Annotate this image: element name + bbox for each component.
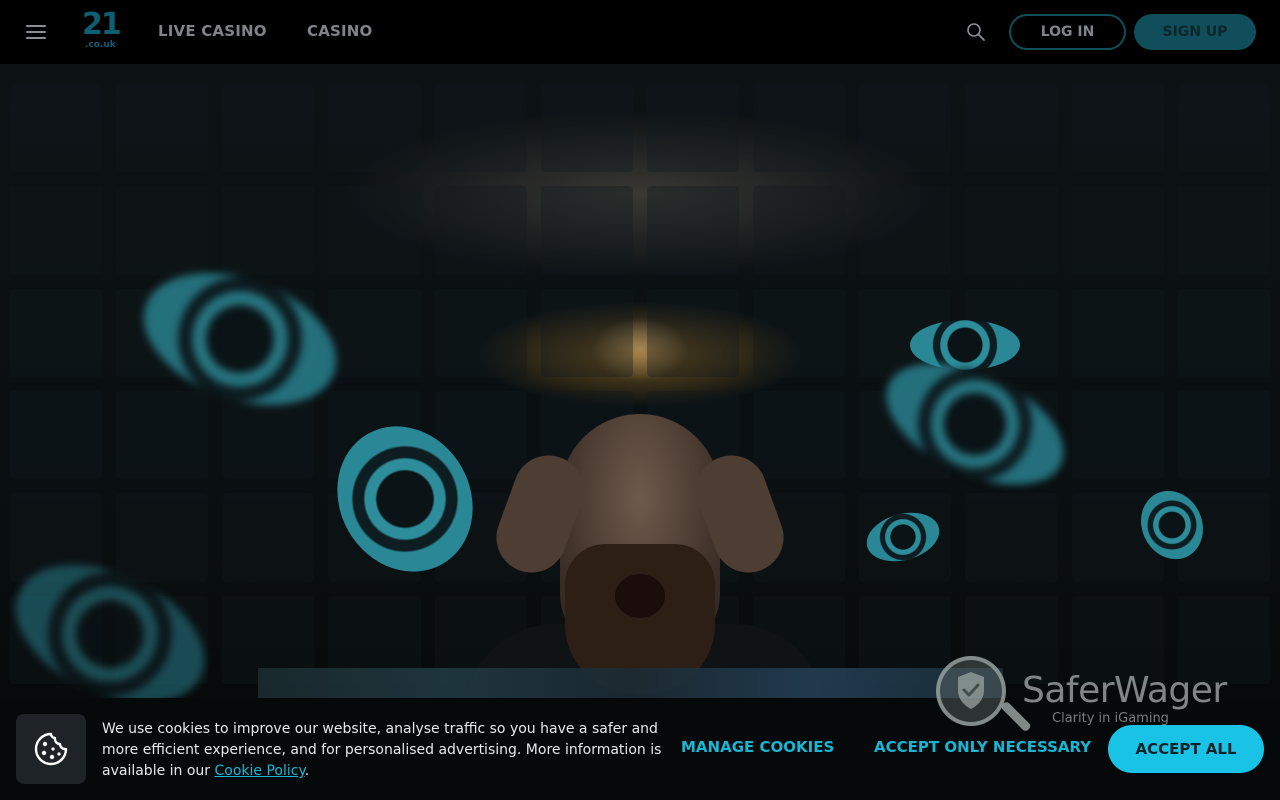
accept-necessary-button[interactable]: ACCEPT ONLY NECESSARY xyxy=(874,738,1091,756)
page: 21 .co.uk LIVE CASINO CASINO LOG IN SIGN… xyxy=(0,0,1280,800)
nav-casino[interactable]: CASINO xyxy=(307,22,373,40)
watermark-title: SaferWager xyxy=(1022,670,1227,711)
search-icon[interactable] xyxy=(966,22,986,42)
cookie-message-end: . xyxy=(304,763,310,779)
nav-live-casino[interactable]: LIVE CASINO xyxy=(158,22,267,40)
cookie-message: We use cookies to improve our website, a… xyxy=(102,719,662,782)
logo-suffix: .co.uk xyxy=(85,40,116,50)
saferwager-watermark: SaferWager Clarity in iGaming xyxy=(934,654,1244,734)
manage-cookies-button[interactable]: MANAGE COOKIES xyxy=(681,738,834,756)
signup-button[interactable]: SIGN UP xyxy=(1134,14,1256,50)
logo-number: 21 xyxy=(82,7,122,42)
hamburger-menu-icon[interactable] xyxy=(26,23,46,41)
site-logo[interactable]: 21 .co.uk xyxy=(82,8,122,52)
cookie-policy-link[interactable]: Cookie Policy xyxy=(215,763,305,779)
shield-check-magnifier-icon xyxy=(936,656,1006,726)
cookie-message-text: We use cookies to improve our website, a… xyxy=(102,721,662,779)
hero-banner[interactable] xyxy=(0,64,1280,704)
login-button[interactable]: LOG IN xyxy=(1009,14,1126,50)
screaming-man-image xyxy=(425,394,855,704)
cookie-icon xyxy=(16,714,86,784)
top-header: 21 .co.uk LIVE CASINO CASINO LOG IN SIGN… xyxy=(0,0,1280,64)
watermark-subtitle: Clarity in iGaming xyxy=(1052,711,1169,726)
